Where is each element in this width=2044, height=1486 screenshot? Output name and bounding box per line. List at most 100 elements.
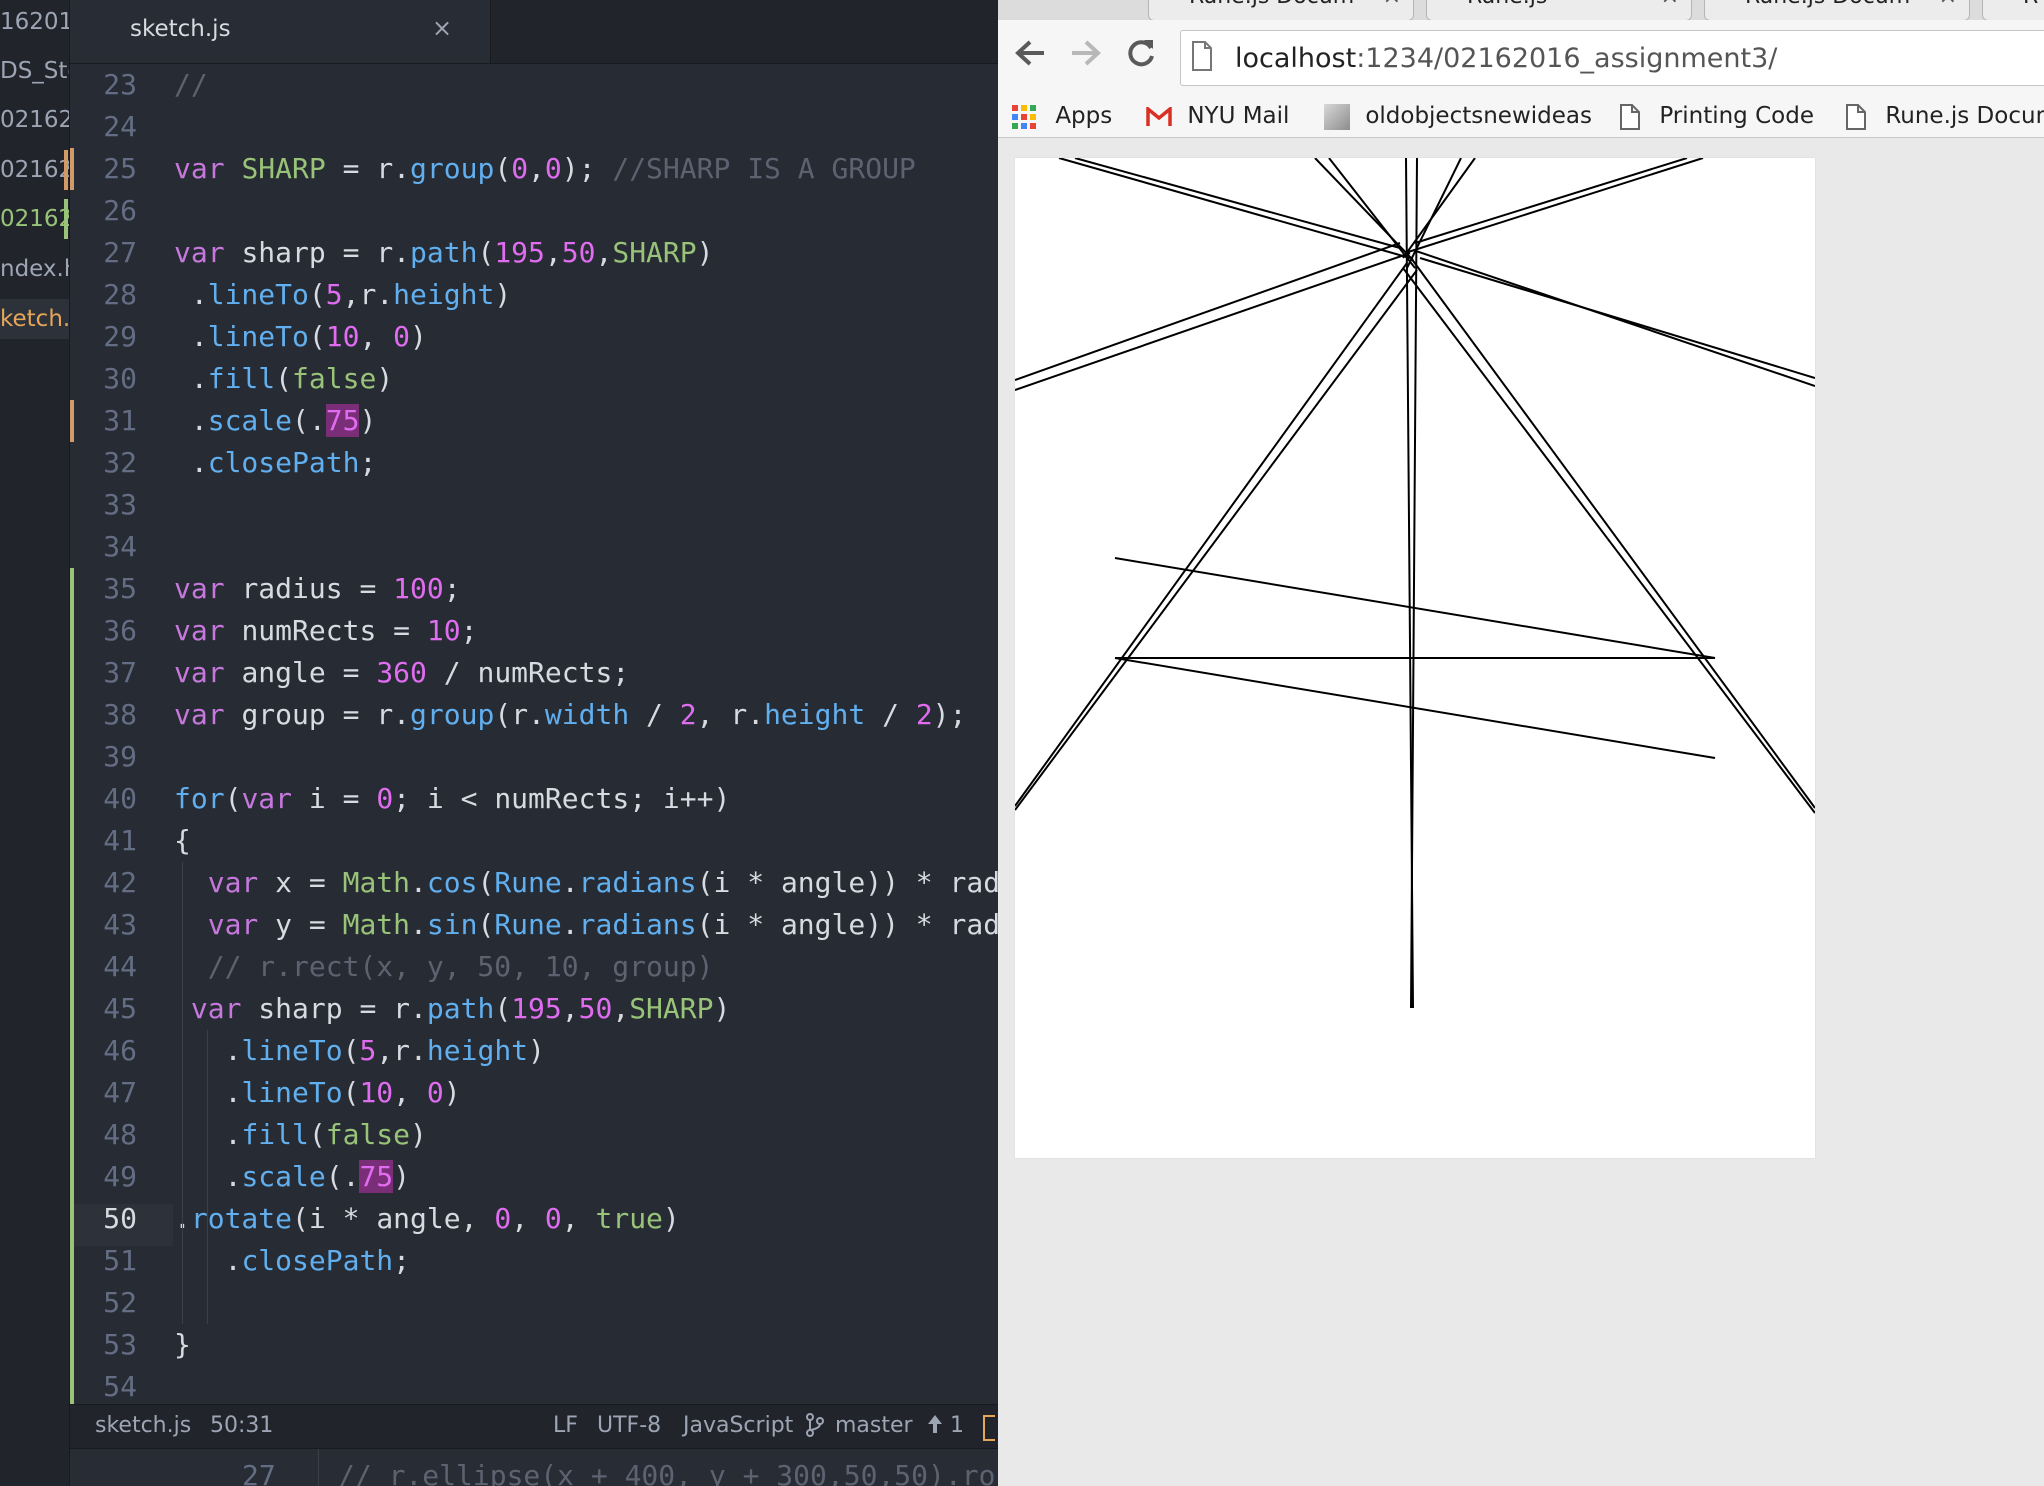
line-number: 39 bbox=[103, 740, 137, 773]
code-token: ; bbox=[393, 1244, 411, 1277]
sketch-canvas[interactable] bbox=[1014, 157, 1816, 1158]
code-token: group bbox=[241, 698, 326, 731]
status-encoding[interactable]: UTF-8 bbox=[597, 1413, 661, 1438]
code-line: var angle = 360 / numRects; bbox=[174, 652, 629, 694]
code-area[interactable]: //var SHARP = r.group(0,0); //SHARP IS A… bbox=[174, 64, 998, 1404]
code-token: cos bbox=[426, 866, 478, 899]
code-token: , bbox=[561, 1202, 596, 1235]
url-text: localhost:1234/02162016_assignment3/ bbox=[1235, 43, 1777, 74]
code-token: var bbox=[174, 236, 242, 269]
browser-tab[interactable]: R bbox=[1982, 0, 2044, 20]
browser-tab[interactable]: Rune.js Docum × bbox=[1148, 0, 1414, 20]
code-token: sharp bbox=[258, 992, 343, 1025]
code-token: scale bbox=[241, 1160, 326, 1193]
status-bar: sketch.js 50:31 LF UTF-8 JavaScript mast… bbox=[70, 1404, 998, 1449]
code-token: 0 bbox=[426, 1076, 444, 1109]
code-token: ) bbox=[376, 362, 394, 395]
code-token: ( bbox=[477, 236, 495, 269]
tree-item-active[interactable]: ketch.j bbox=[0, 299, 69, 339]
code-token: 0 bbox=[494, 1202, 512, 1235]
code-token: , bbox=[460, 1202, 495, 1235]
code-line: var numRects = 10; bbox=[174, 610, 477, 652]
close-icon[interactable]: × bbox=[1383, 0, 1401, 9]
bookmark-rune-docs[interactable]: Rune.js Docum bbox=[1846, 99, 2044, 133]
git-added-marker bbox=[70, 1114, 74, 1156]
tree-item[interactable]: 021620 bbox=[0, 100, 69, 140]
tree-item[interactable]: 162016_ bbox=[0, 2, 69, 42]
code-token: closePath bbox=[207, 446, 360, 479]
code-token: ( bbox=[696, 908, 714, 941]
sketch-line bbox=[1404, 157, 1704, 254]
status-file-name[interactable]: sketch.js bbox=[95, 1413, 191, 1438]
close-icon[interactable]: × bbox=[1661, 0, 1679, 9]
code-token: . bbox=[561, 866, 579, 899]
line-number: 29 bbox=[103, 320, 137, 353]
line-number: 26 bbox=[103, 194, 137, 227]
status-line-ending[interactable]: LF bbox=[553, 1413, 578, 1438]
code-token: ( bbox=[342, 1034, 360, 1067]
code-token: false bbox=[325, 1118, 411, 1151]
bookmark-nyu-mail[interactable]: NYU Mail bbox=[1146, 99, 1289, 133]
sketch-line bbox=[1014, 242, 1401, 381]
code-token: r bbox=[730, 698, 748, 731]
bookmark-apps[interactable]: Apps bbox=[1012, 99, 1112, 133]
tab-bar: sketch.js × bbox=[70, 0, 998, 64]
tree-item[interactable]: DS_Sto bbox=[0, 51, 69, 91]
code-token: ) bbox=[393, 1160, 411, 1193]
bookmark-printing-code[interactable]: Printing Code bbox=[1620, 99, 1814, 133]
back-arrow-icon[interactable] bbox=[1012, 36, 1048, 79]
page-icon bbox=[1620, 103, 1640, 130]
status-grammar[interactable]: JavaScript bbox=[683, 1413, 793, 1438]
code-line: for(var i = 0; i < numRects; i++) bbox=[174, 778, 730, 820]
reload-icon[interactable] bbox=[1124, 36, 1158, 79]
browser-tab[interactable]: Rune.js × bbox=[1426, 0, 1692, 20]
code-token: * bbox=[730, 908, 781, 941]
code-token: Math bbox=[342, 908, 411, 941]
code-token: 10 bbox=[426, 614, 461, 647]
tree-item[interactable]: ndex.h bbox=[0, 249, 69, 289]
line-number: 36 bbox=[103, 614, 137, 647]
code-token: ) bbox=[443, 1076, 461, 1109]
code-token: )) * bbox=[865, 908, 950, 941]
line-number-gutter: 23 24 25 26 27 28 29 30 31 32 33 34 35 36 37 38 39 40 41 42… bbox=[70, 64, 173, 1408]
code-token: = bbox=[325, 656, 377, 689]
git-added-marker bbox=[70, 946, 74, 988]
address-bar[interactable]: localhost:1234/02162016_assignment3/ bbox=[1180, 30, 2044, 86]
line-number: 51 bbox=[103, 1244, 137, 1277]
tab-sketch-js[interactable]: sketch.js × bbox=[70, 0, 491, 63]
code-token: . bbox=[393, 236, 411, 269]
code-token: ( bbox=[494, 152, 512, 185]
line-number: 44 bbox=[103, 950, 137, 983]
tree-item-label: 021620 bbox=[0, 107, 69, 133]
code-token: ); bbox=[932, 698, 967, 731]
code-token: 10 bbox=[325, 320, 360, 353]
sketch-line bbox=[1406, 157, 1462, 269]
tree-item-label: ndex.h bbox=[0, 256, 69, 282]
line-number: 50 bbox=[103, 1202, 137, 1235]
bookmark-label: Apps bbox=[1055, 103, 1113, 129]
status-git-branch[interactable]: master bbox=[835, 1413, 913, 1438]
code-token: i bbox=[713, 908, 731, 941]
tree-item[interactable]: 021620 bbox=[0, 150, 69, 190]
code-editor: 162016_ DS_Sto 021620 021620 021620 ndex… bbox=[0, 0, 998, 1486]
code-token: , bbox=[595, 236, 613, 269]
code-token: 0 bbox=[511, 152, 529, 185]
code-token: i bbox=[308, 782, 326, 815]
bookmarks-bar: Apps NYU Mail oldobjectsnewideas Printin… bbox=[998, 95, 2044, 138]
modified-marker bbox=[64, 150, 68, 190]
bookmark-oldobjectsnewideas[interactable]: oldobjectsnewideas bbox=[1324, 99, 1592, 133]
sketch-line bbox=[1014, 269, 1418, 811]
tree-item[interactable]: 021620 bbox=[0, 199, 69, 239]
page-icon bbox=[1846, 103, 1866, 130]
code-token: * bbox=[325, 1202, 377, 1235]
notification-marker[interactable] bbox=[983, 1415, 995, 1441]
code-token: = bbox=[325, 152, 377, 185]
close-icon[interactable]: × bbox=[1939, 0, 1957, 9]
close-icon[interactable]: × bbox=[432, 14, 452, 42]
status-cursor-position[interactable]: 50:31 bbox=[210, 1413, 273, 1438]
forward-arrow-icon[interactable] bbox=[1068, 36, 1104, 79]
code-token: y bbox=[275, 908, 293, 941]
browser-tab[interactable]: Rune.js Docum × bbox=[1704, 0, 1970, 20]
git-added-marker bbox=[70, 1030, 74, 1072]
code-line: .rotate(i * angle, 0, 0, true) bbox=[174, 1198, 680, 1240]
